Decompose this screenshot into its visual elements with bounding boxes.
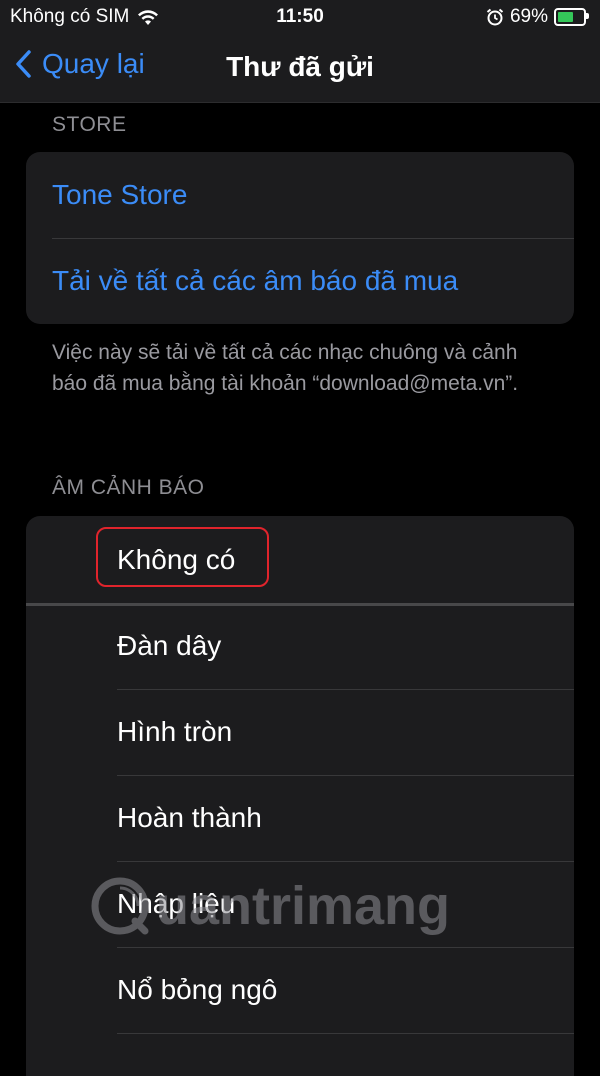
tone-label: Không có (117, 543, 236, 575)
tone-option-complete[interactable]: Hoàn thành (26, 775, 574, 861)
status-right: 69% (480, 6, 589, 28)
battery-percent: 69% (509, 6, 548, 27)
tone-option-strings[interactable]: Đàn dây (26, 603, 574, 689)
alert-tones-list: Không có Đàn dây Hình tròn Hoàn thành Nh… (26, 516, 574, 1076)
tone-option-none[interactable]: Không có (26, 516, 574, 603)
tone-option-partial[interactable] (26, 1033, 574, 1076)
tone-label: Hình tròn (117, 716, 233, 747)
tone-option-popcorn[interactable]: Nổ bỏng ngô (26, 947, 574, 1033)
tone-store-link[interactable]: Tone Store (26, 152, 574, 238)
watermark-logo-icon (91, 877, 149, 935)
store-section-header: STORE (52, 113, 127, 136)
status-bar: Không có SIM 11:50 69% (0, 0, 600, 34)
watermark: uantrimang (90, 875, 450, 937)
navigation-bar: Quay lại Thư đã gửi (0, 34, 600, 103)
alert-tones-section-header: ÂM CẢNH BÁO (52, 476, 205, 499)
alarm-icon (486, 8, 504, 26)
battery-charging-icon (554, 8, 589, 26)
store-group: Tone Store Tải về tất cả các âm báo đã m… (26, 152, 574, 324)
battery-level (558, 12, 574, 22)
tone-label: Hoàn thành (117, 802, 262, 833)
tone-option-circles[interactable]: Hình tròn (26, 689, 574, 775)
tone-label: Nổ bỏng ngô (117, 974, 278, 1005)
tone-label: Đàn dây (117, 630, 222, 661)
download-all-tones-link[interactable]: Tải về tất cả các âm báo đã mua (26, 238, 574, 324)
store-footnote: Việc này sẽ tải về tất cả các nhạc chuôn… (52, 341, 519, 395)
watermark-text: uantrimang (156, 876, 451, 936)
page-title: Thư đã gửi (226, 51, 374, 82)
